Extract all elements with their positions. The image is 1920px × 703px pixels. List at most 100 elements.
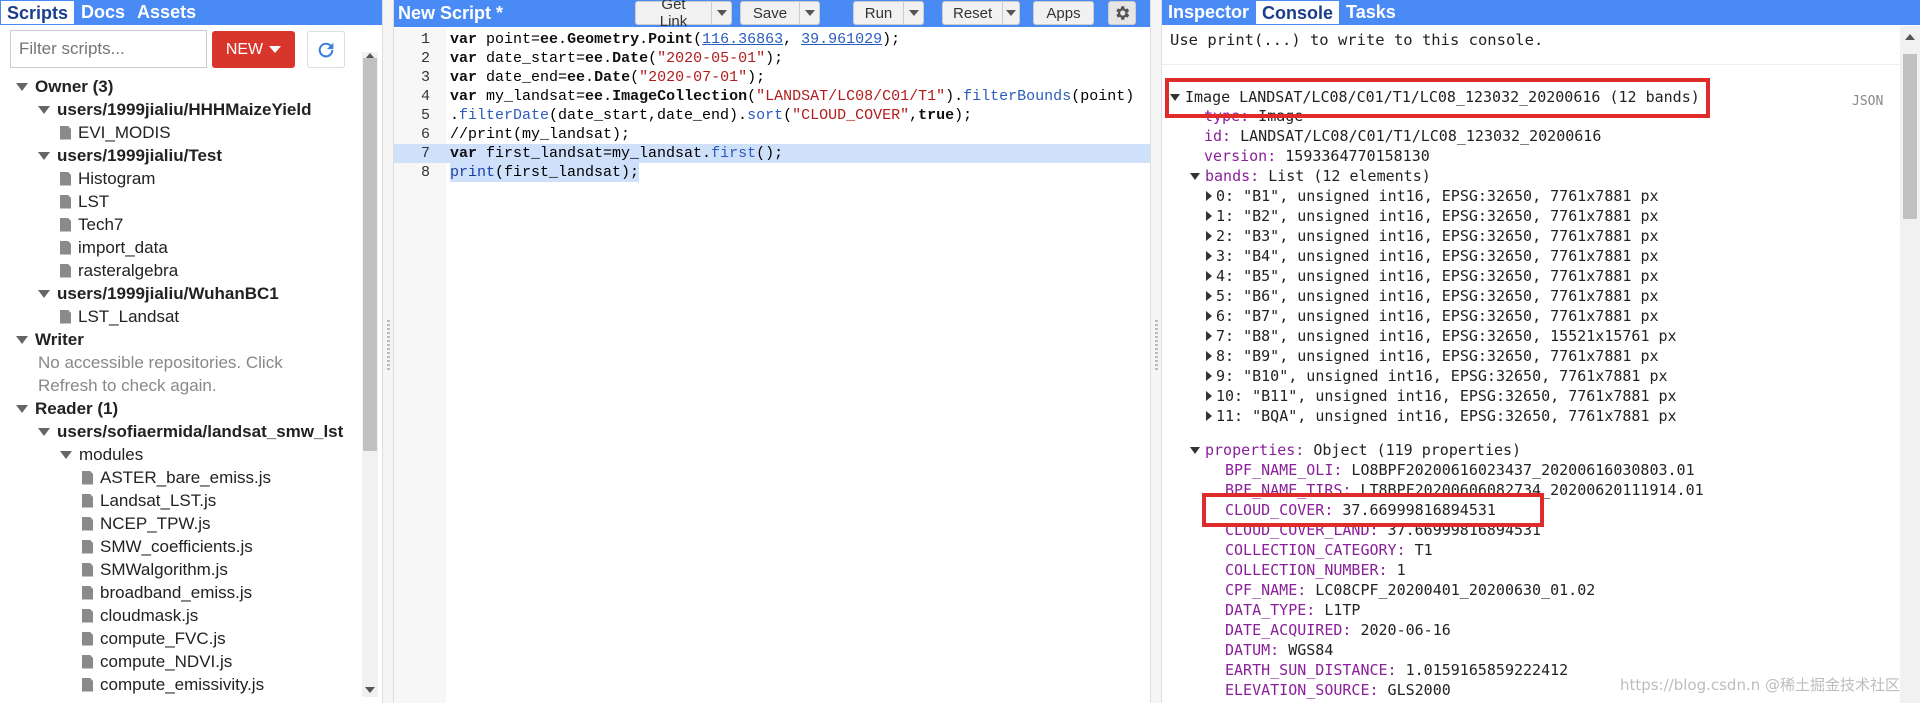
code-line[interactable]: 6 //print(my_landsat); (394, 125, 1150, 144)
scroll-up-icon[interactable] (1905, 34, 1915, 40)
expand-triangle-icon[interactable] (1190, 172, 1200, 180)
expand-right-icon[interactable] (1206, 191, 1212, 201)
expand-right-icon[interactable] (1206, 211, 1212, 221)
bands-row[interactable]: bands: List (12 elements) (1190, 166, 1431, 186)
new-button[interactable]: NEW (212, 31, 295, 68)
tree-folder[interactable]: users/1999jialiu/WuhanBC1 (38, 282, 279, 305)
apps-button[interactable]: Apps (1033, 1, 1094, 25)
band-row[interactable]: 10: "B11", unsigned int16, EPSG:32650, 7… (1206, 386, 1677, 406)
tab-console[interactable]: Console (1255, 0, 1341, 25)
expand-right-icon[interactable] (1206, 311, 1212, 321)
band-row[interactable]: 0: "B1", unsigned int16, EPSG:32650, 776… (1206, 186, 1659, 206)
scroll-thumb[interactable] (1903, 54, 1917, 219)
console-hint: Use print(...) to write to this console. (1170, 31, 1544, 49)
expand-right-icon[interactable] (1206, 371, 1212, 381)
code-editor[interactable]: 1 var point=ee.Geometry.Point(116.36863, … (394, 28, 1150, 703)
tree-folder[interactable]: modules (60, 443, 143, 466)
tree-file[interactable]: LST_Landsat (60, 305, 179, 328)
line-number: 4 (420, 88, 430, 105)
code-line-selected[interactable]: 7 var first_landsat=my_landsat.first(); (394, 144, 1150, 163)
get-link-button[interactable]: Get Link (635, 0, 732, 30)
band-row[interactable]: 3: "B4", unsigned int16, EPSG:32650, 776… (1206, 246, 1659, 266)
expand-triangle-icon[interactable] (1190, 446, 1200, 454)
band-row[interactable]: 9: "B10", unsigned int16, EPSG:32650, 77… (1206, 366, 1668, 386)
prop-key: DATUM: (1225, 641, 1280, 659)
save-button[interactable]: Save (740, 1, 820, 25)
tree-folder[interactable]: users/sofiaermida/landsat_smw_lst (38, 420, 343, 443)
get-link-dropdown[interactable] (711, 2, 731, 24)
band-row[interactable]: 4: "B5", unsigned int16, EPSG:32650, 776… (1206, 266, 1659, 286)
band-row[interactable]: 1: "B2", unsigned int16, EPSG:32650, 776… (1206, 206, 1659, 226)
left-scrollbar[interactable] (362, 52, 378, 697)
tree-file[interactable]: LST (60, 190, 109, 213)
band-row[interactable]: 7: "B8", unsigned int16, EPSG:32650, 155… (1206, 326, 1677, 346)
run-button[interactable]: Run (853, 1, 924, 25)
file-icon (82, 493, 93, 508)
tree-folder[interactable]: Writer (16, 328, 84, 351)
expand-right-icon[interactable] (1206, 351, 1212, 361)
tree-file[interactable]: SMW_coefficients.js (82, 535, 253, 558)
left-splitter[interactable] (382, 0, 394, 703)
expand-right-icon[interactable] (1206, 391, 1212, 401)
settings-button[interactable] (1108, 1, 1136, 25)
tree-file[interactable]: import_data (60, 236, 168, 259)
tab-inspector[interactable]: Inspector (1162, 0, 1255, 25)
tree-file[interactable]: SMWalgorithm.js (82, 558, 228, 581)
drag-grip-icon[interactable] (387, 320, 390, 370)
save-dropdown[interactable] (799, 2, 819, 24)
refresh-button[interactable] (307, 31, 345, 68)
tree-file[interactable]: cloudmask.js (82, 604, 198, 627)
code-line[interactable]: 1 var point=ee.Geometry.Point(116.36863, … (394, 30, 1150, 49)
drag-grip-icon[interactable] (1155, 320, 1158, 370)
prop-key: bands: (1205, 167, 1260, 185)
expand-right-icon[interactable] (1206, 411, 1212, 421)
tree-file[interactable]: EVI_MODIS (60, 121, 171, 144)
highlight-box-cloud-cover (1202, 493, 1544, 527)
band-row[interactable]: 8: "B9", unsigned int16, EPSG:32650, 776… (1206, 346, 1659, 366)
tab-scripts[interactable]: Scripts (0, 0, 76, 25)
tree-file[interactable]: NCEP_TPW.js (82, 512, 211, 535)
tree-file[interactable]: rasteralgebra (60, 259, 178, 282)
tree-folder[interactable]: users/1999jialiu/Test (38, 144, 222, 167)
code-line[interactable]: 4 var my_landsat=ee.ImageCollection("LAND… (394, 87, 1150, 106)
filter-scripts-input[interactable] (10, 30, 207, 68)
code-line[interactable]: 5 .filterDate(date_start,date_end).sort("… (394, 106, 1150, 125)
tab-docs[interactable]: Docs (75, 0, 131, 25)
expand-right-icon[interactable] (1206, 271, 1212, 281)
tree-file[interactable]: Histogram (60, 167, 155, 190)
tree-file[interactable]: Tech7 (60, 213, 123, 236)
right-splitter[interactable] (1150, 0, 1162, 703)
tree-file[interactable]: compute_NDVI.js (82, 650, 232, 673)
tree-folder[interactable]: Owner (3) (16, 75, 113, 98)
band-row[interactable]: 11: "BQA", unsigned int16, EPSG:32650, 7… (1206, 406, 1677, 426)
expand-right-icon[interactable] (1206, 231, 1212, 241)
band-row[interactable]: 5: "B6", unsigned int16, EPSG:32650, 776… (1206, 286, 1659, 306)
prop-value: 1593364770158130 (1276, 147, 1430, 165)
tree-label: modules (79, 445, 144, 464)
tree-file[interactable]: broadband_emiss.js (82, 581, 252, 604)
tab-tasks[interactable]: Tasks (1340, 0, 1402, 25)
tree-file[interactable]: compute_emissivity.js (82, 673, 264, 695)
reset-button[interactable]: Reset (942, 1, 1020, 25)
code-line[interactable]: 3 var date_end=ee.Date("2020-07-01"); (394, 68, 1150, 87)
reset-dropdown[interactable] (1002, 2, 1019, 24)
code-line-selected[interactable]: 8 print(first_landsat); (394, 163, 1150, 182)
band-row[interactable]: 6: "B7", unsigned int16, EPSG:32650, 776… (1206, 306, 1659, 326)
code-line[interactable]: 2 var date_start=ee.Date("2020-05-01"); (394, 49, 1150, 68)
expand-right-icon[interactable] (1206, 251, 1212, 261)
scroll-thumb[interactable] (363, 58, 377, 451)
tree-folder[interactable]: users/1999jialiu/HHHMaizeYield (38, 98, 311, 121)
tree-file[interactable]: Landsat_LST.js (82, 489, 216, 512)
tree-folder[interactable]: Reader (1) (16, 397, 118, 420)
tab-assets[interactable]: Assets (131, 0, 202, 25)
console-scrollbar[interactable] (1900, 26, 1920, 703)
run-dropdown[interactable] (903, 2, 923, 24)
tree-file[interactable]: ASTER_bare_emiss.js (82, 466, 271, 489)
expand-right-icon[interactable] (1206, 331, 1212, 341)
band-row[interactable]: 2: "B3", unsigned int16, EPSG:32650, 776… (1206, 226, 1659, 246)
scroll-down-icon[interactable] (365, 687, 375, 693)
json-link[interactable]: JSON (1852, 94, 1883, 109)
expand-right-icon[interactable] (1206, 291, 1212, 301)
properties-row[interactable]: properties: Object (119 properties) (1190, 440, 1521, 460)
tree-file[interactable]: compute_FVC.js (82, 627, 226, 650)
